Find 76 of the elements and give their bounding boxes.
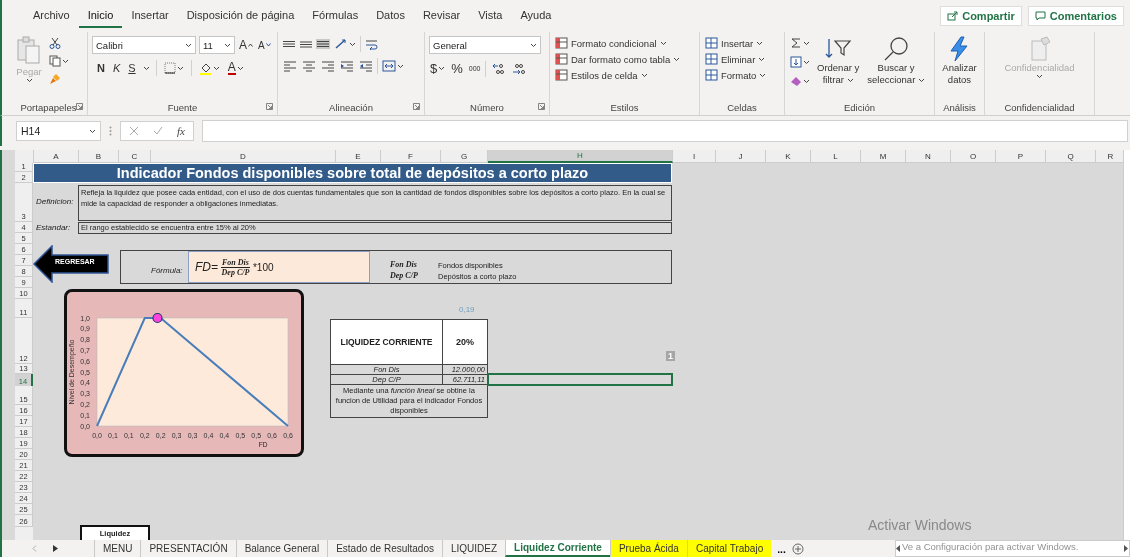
currency-button[interactable]: $ xyxy=(429,60,447,77)
grow-font-button[interactable]: A xyxy=(238,37,254,53)
formula-label: Fórmula: xyxy=(151,266,183,275)
underline-button[interactable]: S xyxy=(127,61,137,75)
find-select-button[interactable]: Buscar y seleccionar xyxy=(865,36,927,86)
formula-factor: *100 xyxy=(252,261,274,273)
sheet-tab[interactable]: Estado de Resultados xyxy=(327,540,442,557)
cell-value: 1 xyxy=(666,351,675,361)
cells-menu-button[interactable]: Eliminar xyxy=(704,52,767,66)
italic-button[interactable]: K xyxy=(111,61,122,75)
sort-filter-button[interactable]: Ordenar y filtrar xyxy=(815,36,862,86)
ribbon-tab[interactable]: Fórmulas xyxy=(303,4,368,28)
styles-menu-button[interactable]: Formato condicional xyxy=(554,36,668,50)
activation-message: Ve a Configuración para activar Windows. xyxy=(902,541,1079,552)
column-header[interactable]: Q xyxy=(1046,150,1096,163)
column-header[interactable]: J xyxy=(716,150,766,163)
insert-function-button[interactable]: fx xyxy=(177,125,185,137)
sheet-tab[interactable]: PRESENTACIÓN xyxy=(140,540,236,557)
ribbon-tab[interactable]: Inicio xyxy=(78,4,123,28)
group-label: Celdas xyxy=(727,101,757,113)
column-header[interactable]: P xyxy=(996,150,1046,163)
cells-menu-button[interactable]: Insertar xyxy=(704,36,765,50)
legend-term: Fon Dis xyxy=(390,260,417,269)
sheet-tab[interactable]: Balance General xyxy=(235,540,328,557)
column-header[interactable]: L xyxy=(811,150,861,163)
column-header[interactable]: I xyxy=(673,150,716,163)
column-header[interactable]: N xyxy=(906,150,951,163)
font-color-button[interactable]: A xyxy=(226,60,245,76)
bold-button[interactable]: N xyxy=(96,61,106,75)
group-label: Estilos xyxy=(610,101,639,113)
legend-term: Dep C/P xyxy=(390,271,418,280)
group-label: Portapapeles xyxy=(20,101,77,113)
column-header[interactable]: K xyxy=(766,150,811,163)
group-label: Alineación xyxy=(329,101,373,113)
shrink-font-button[interactable]: A xyxy=(257,38,272,52)
sheet-tab[interactable]: Capital Trabajo xyxy=(686,540,772,557)
column-header[interactable]: H xyxy=(488,150,673,163)
styles-menu-button[interactable]: Dar formato como tabla xyxy=(554,52,682,66)
activation-title: Activar Windows xyxy=(868,517,973,533)
column-header[interactable]: O xyxy=(951,150,996,163)
sheet-tab[interactable]: Prueba Ácida xyxy=(609,540,687,557)
font-family-dropdown[interactable]: Calibri xyxy=(92,36,196,54)
ribbon-tab[interactable]: Vista xyxy=(469,4,512,28)
font-size-dropdown[interactable]: 11 xyxy=(199,36,235,54)
definition-label: Definicion: xyxy=(36,197,74,206)
name-box[interactable]: H14 xyxy=(16,121,101,141)
analyze-data-button[interactable]: Analizar datos xyxy=(940,36,979,86)
group-label: Análisis xyxy=(943,101,976,113)
sheet-title: Indicador Fondos disponibles sobre total de depósitos a corto plazo xyxy=(33,163,672,183)
group-label: Edición xyxy=(843,101,876,113)
percent-button[interactable]: % xyxy=(450,60,464,77)
table-cell: LIQUIDEZ CORRIENTE xyxy=(330,319,443,365)
sheet-tab[interactable]: Liquidez Corriente xyxy=(505,540,610,557)
column-header[interactable]: M xyxy=(861,150,906,163)
table-cell: 20% xyxy=(442,319,488,365)
number-format-dropdown[interactable]: General xyxy=(429,36,541,54)
standard-label: Estandar: xyxy=(36,223,71,232)
ribbon-tab[interactable]: Ayuda xyxy=(511,4,561,28)
ribbon-tab[interactable]: Datos xyxy=(367,4,414,28)
formula-denominator: Dep C/P xyxy=(221,267,250,277)
more-sheets-button[interactable]: ... xyxy=(771,540,792,557)
group-label: Fuente xyxy=(167,101,198,113)
ribbon-tab[interactable]: Disposición de página xyxy=(177,4,304,28)
styles-menu-button[interactable]: Estilos de celda xyxy=(554,68,649,82)
ribbon-tab[interactable]: Revisar xyxy=(413,4,470,28)
sheet-tab[interactable]: MENU xyxy=(94,540,141,557)
cell-value: 0,19 xyxy=(459,305,475,314)
ribbon-tab[interactable]: Insertar xyxy=(122,4,178,28)
formula-lhs: FD= xyxy=(195,260,218,274)
group-label: Confidencialidad xyxy=(1004,101,1075,113)
comments-button[interactable]: Comentarios xyxy=(1027,6,1124,26)
cells-menu-button[interactable]: Formato xyxy=(704,68,768,82)
group-label: Número xyxy=(470,101,504,113)
share-button[interactable]: Compartir xyxy=(940,6,1022,26)
ribbon-tab[interactable]: Archivo xyxy=(24,4,79,28)
formula-numerator: Fon Dis xyxy=(221,257,250,268)
